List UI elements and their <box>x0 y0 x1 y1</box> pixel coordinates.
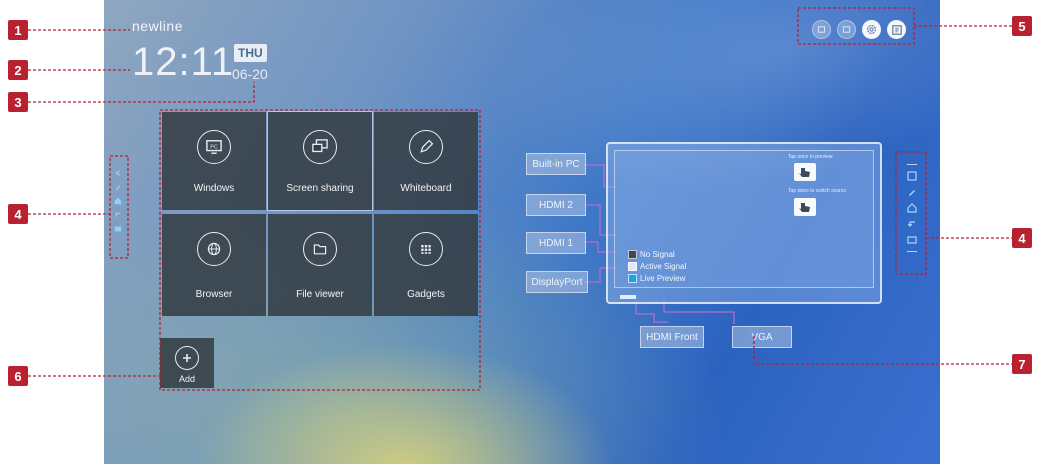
leader-7 <box>753 336 1012 365</box>
annotation-overlay <box>28 7 1012 391</box>
region-box-top-buttons <box>797 7 915 45</box>
callout-badge-5: 5 <box>1012 16 1032 36</box>
region-box-left-sidebar <box>109 155 129 259</box>
callout-badge-7: 7 <box>1012 354 1032 374</box>
callout-badge-2: 2 <box>8 60 28 80</box>
region-box-apps <box>159 109 481 391</box>
callout-badge-1: 1 <box>8 20 28 40</box>
region-box-right-sidebar <box>895 151 927 275</box>
callout-badge-3: 3 <box>8 92 28 112</box>
callout-badge-6: 6 <box>8 366 28 386</box>
leader-3 <box>28 82 255 103</box>
callout-badge-4-right: 4 <box>1012 228 1032 248</box>
callout-badge-4-left: 4 <box>8 204 28 224</box>
